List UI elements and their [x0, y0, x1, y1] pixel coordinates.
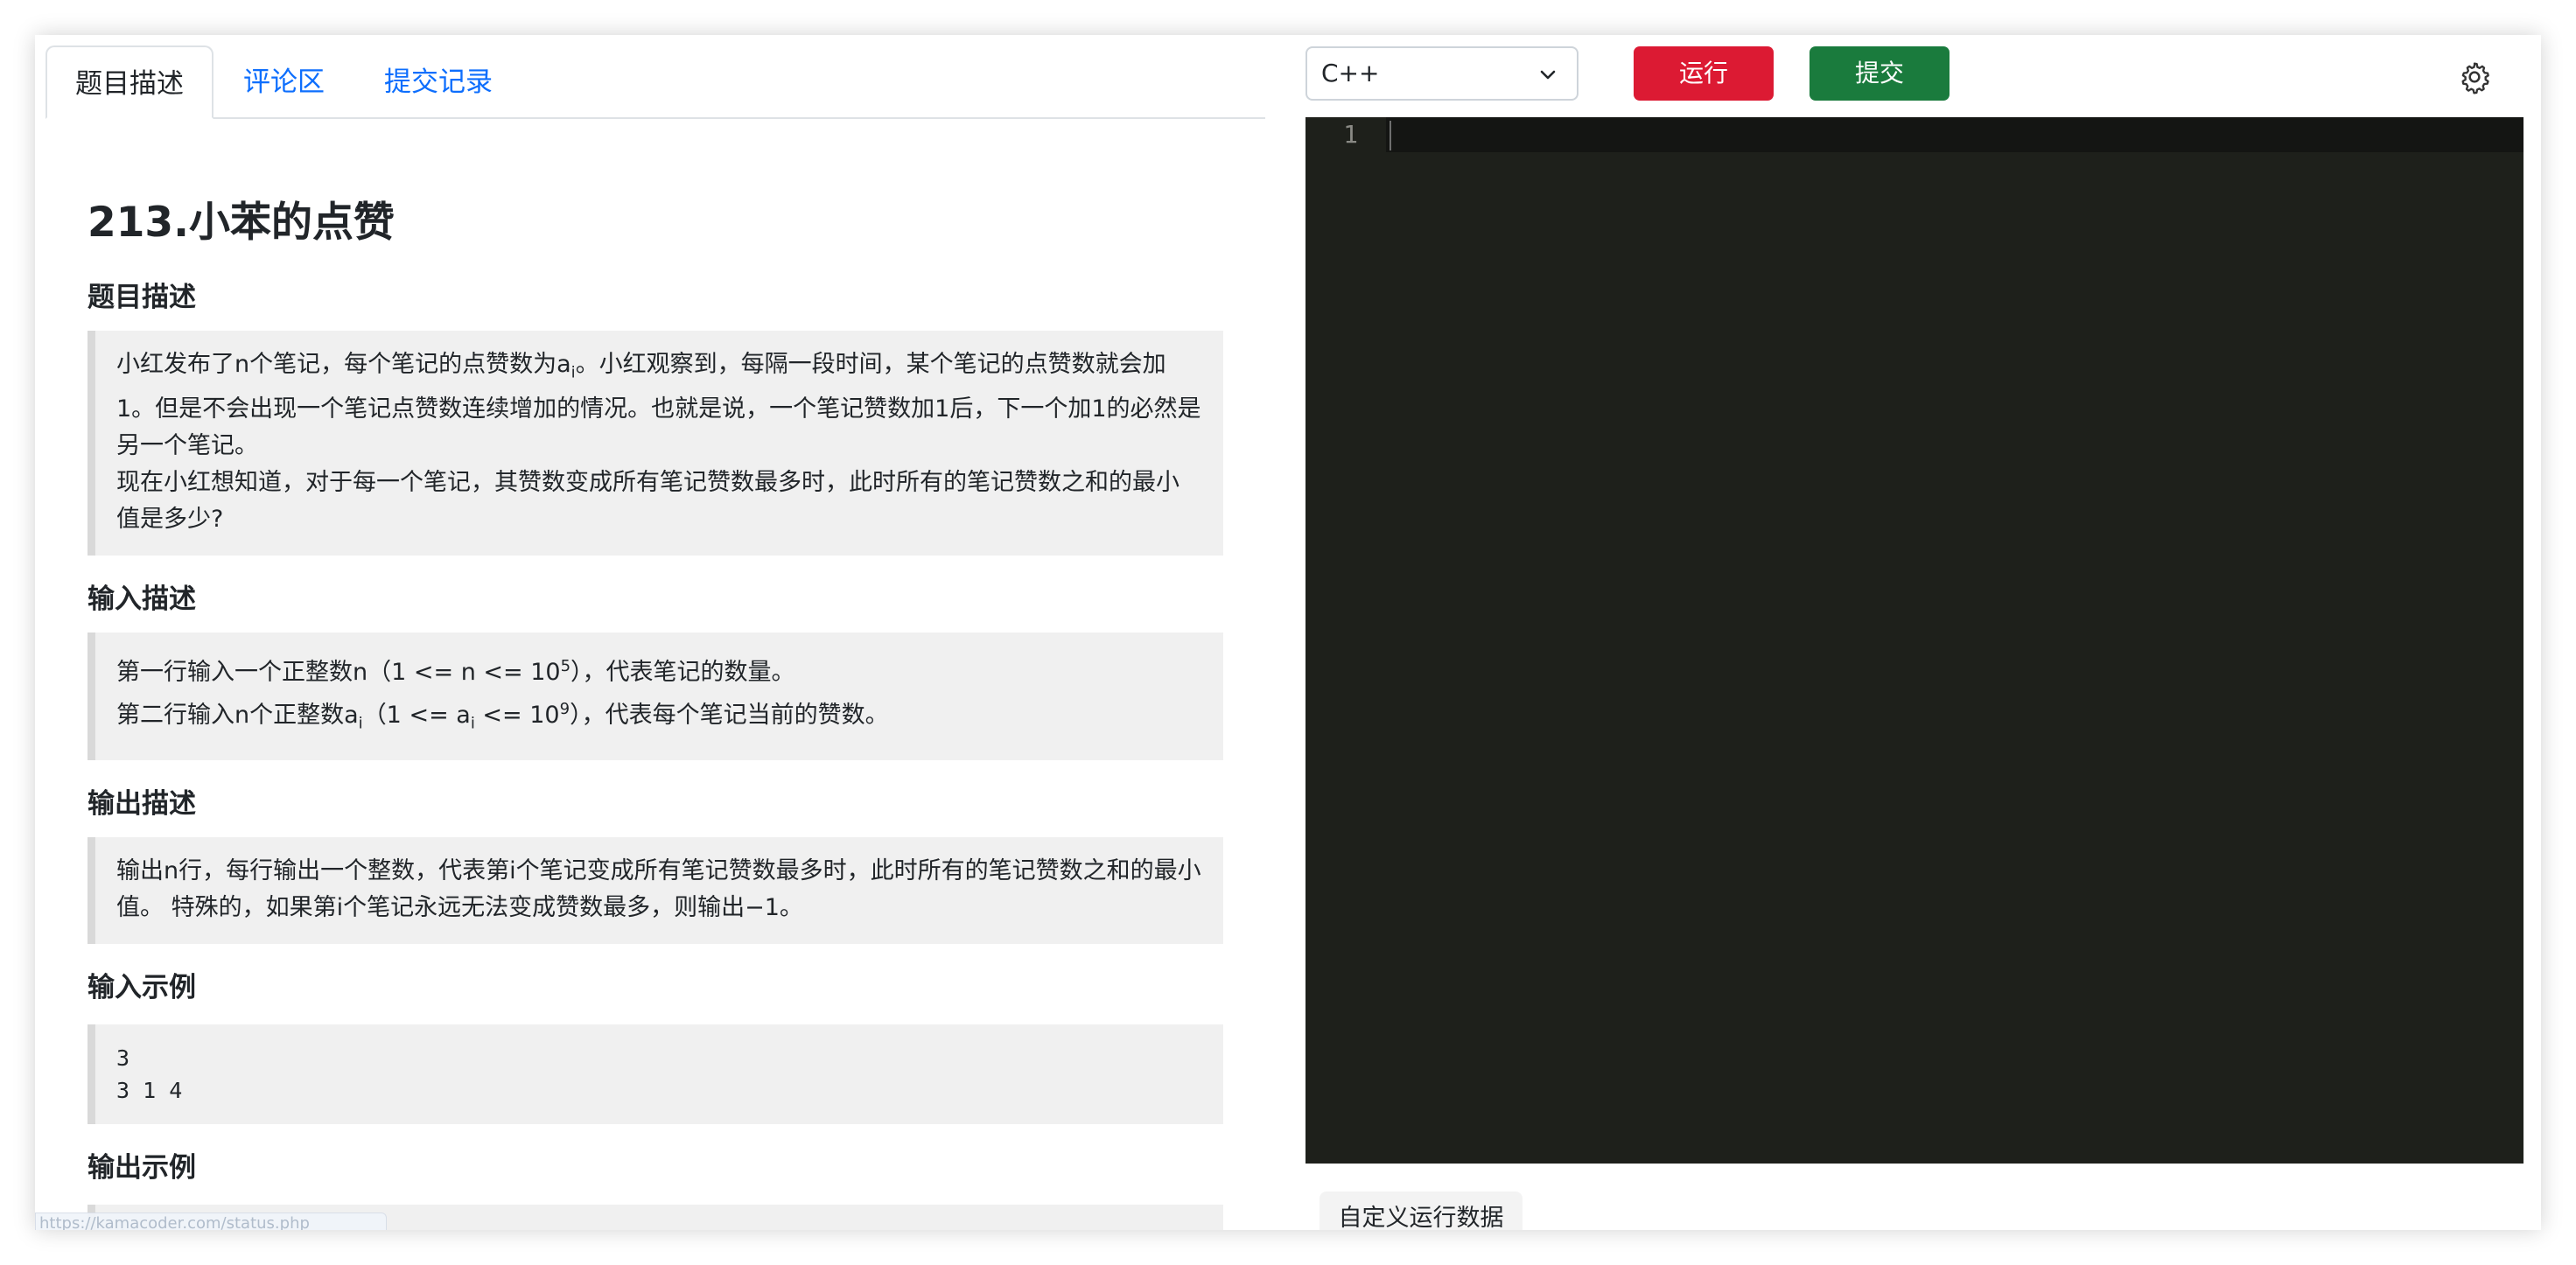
language-value: C++: [1321, 59, 1380, 87]
app-window: 题目描述 评论区 提交记录 213.小苯的点赞 题目描述 小红发布了n个笔记，每…: [35, 35, 2541, 1230]
submit-button[interactable]: 提交: [1810, 46, 1950, 101]
chevron-down-icon: [1540, 70, 1556, 80]
sample-input-line: 3: [116, 1045, 130, 1071]
line-number: 1: [1343, 120, 1358, 149]
tab-problem-description[interactable]: 题目描述: [46, 45, 214, 119]
input-line-2: 第二行输入n个正整数ai（1 <= ai <= 109），代表每个笔记当前的赞数…: [116, 700, 889, 733]
tab-bar: 题目描述 评论区 提交记录: [46, 45, 1265, 119]
problem-title: 213.小苯的点赞: [88, 199, 395, 247]
text-cursor: [1390, 121, 1391, 150]
output-text: 输出n行，每行输出一个整数，代表第i个笔记变成所有笔记赞数最多时，此时所有的笔记…: [116, 856, 1201, 921]
editor-gutter: 1: [1306, 117, 1386, 1164]
description-block: 小红发布了n个笔记，每个笔记的点赞数为ai。小红观察到，每隔一段时间，某个笔记的…: [88, 331, 1223, 556]
language-select[interactable]: C++: [1306, 46, 1578, 101]
tab-submissions[interactable]: 提交记录: [354, 45, 522, 119]
output-heading: 输出描述: [88, 787, 196, 820]
description-paragraph-1: 小红发布了n个笔记，每个笔记的点赞数为ai。小红观察到，每隔一段时间，某个笔记的…: [116, 351, 1201, 460]
active-line-highlight: [1386, 117, 2524, 152]
input-line-1: 第一行输入一个正整数n（1 <= n <= 105），代表笔记的数量。: [116, 657, 795, 687]
tab-comments[interactable]: 评论区: [214, 45, 354, 119]
run-button[interactable]: 运行: [1634, 46, 1774, 101]
description-paragraph-2: 现在小红想知道，对于每一个笔记，其赞数变成所有笔记赞数最多时，此时所有的笔记赞数…: [116, 469, 1180, 534]
problem-content: 213.小苯的点赞 题目描述 小红发布了n个笔记，每个笔记的点赞数为ai。小红观…: [88, 119, 1223, 1230]
custom-run-data-tab[interactable]: 自定义运行数据: [1320, 1192, 1522, 1230]
description-heading: 题目描述: [88, 282, 196, 313]
input-heading: 输入描述: [88, 584, 196, 616]
code-editor[interactable]: 1: [1306, 117, 2524, 1164]
input-block: 第一行输入一个正整数n（1 <= n <= 105），代表笔记的数量。 第二行输…: [88, 632, 1223, 760]
gear-icon[interactable]: [2457, 59, 2492, 94]
output-block: 输出n行，每行输出一个整数，代表第i个笔记变成所有笔记赞数最多时，此时所有的笔记…: [88, 836, 1223, 944]
sample-input-block: 3 3 1 4: [88, 1024, 1223, 1124]
sample-input-heading: 输入示例: [88, 971, 196, 1003]
status-url-tooltip: https://kamacoder.com/status.php: [35, 1213, 387, 1230]
sample-input-line: 3 1 4: [116, 1077, 183, 1103]
sample-output-heading: 输出示例: [88, 1151, 196, 1184]
problem-panel: 题目描述 评论区 提交记录 213.小苯的点赞 题目描述 小红发布了n个笔记，每…: [35, 35, 1265, 1230]
